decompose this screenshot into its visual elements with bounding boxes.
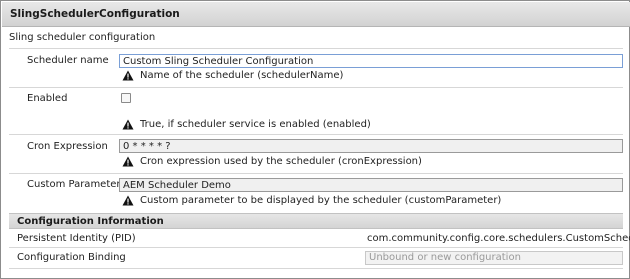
section-title: Configuration Information	[17, 216, 164, 227]
row-divider	[9, 134, 623, 135]
configuration-binding-label: Configuration Binding	[17, 252, 126, 263]
row-divider	[9, 48, 623, 49]
panel-title: SlingSchedulerConfiguration	[10, 8, 180, 20]
enabled-checkbox[interactable]	[121, 93, 131, 103]
hint-text: Name of the scheduler (schedulerName)	[140, 70, 344, 81]
row-divider	[9, 268, 623, 269]
pid-value: com.community.config.core.schedulers.Cus…	[367, 233, 630, 244]
hint-text: Cron expression used by the scheduler (c…	[140, 156, 422, 167]
warning-icon	[122, 70, 134, 81]
configuration-binding-value: Unbound or new configuration	[369, 252, 521, 263]
custom-parameter-label: Custom Parameter	[27, 179, 121, 190]
hint-text: True, if scheduler service is enabled (e…	[140, 119, 371, 130]
warning-icon	[122, 195, 134, 206]
row-divider	[9, 247, 623, 248]
panel-description: Sling scheduler configuration	[9, 32, 156, 43]
enabled-hint: True, if scheduler service is enabled (e…	[122, 119, 371, 130]
warning-icon	[122, 156, 134, 167]
row-divider	[9, 173, 623, 174]
scheduler-name-hint: Name of the scheduler (schedulerName)	[122, 70, 343, 81]
warning-icon	[122, 119, 134, 130]
enabled-label: Enabled	[27, 93, 68, 104]
cron-expression-hint: Cron expression used by the scheduler (c…	[122, 156, 422, 167]
custom-parameter-hint: Custom parameter to be displayed by the …	[122, 195, 501, 206]
hint-text: Custom parameter to be displayed by the …	[140, 195, 502, 206]
title-bar: SlingSchedulerConfiguration	[2, 2, 630, 27]
custom-parameter-input[interactable]	[119, 178, 623, 192]
pid-label: Persistent Identity (PID)	[17, 233, 136, 244]
configuration-panel: SlingSchedulerConfiguration Sling schedu…	[0, 0, 630, 279]
scheduler-name-input[interactable]	[119, 54, 623, 68]
cron-expression-label: Cron Expression	[27, 141, 108, 152]
cron-expression-input[interactable]	[119, 139, 623, 153]
configuration-information-header: Configuration Information	[9, 213, 623, 229]
row-divider	[9, 87, 623, 88]
scheduler-name-label: Scheduler name	[27, 55, 109, 66]
configuration-binding-select[interactable]: Unbound or new configuration	[365, 251, 623, 265]
